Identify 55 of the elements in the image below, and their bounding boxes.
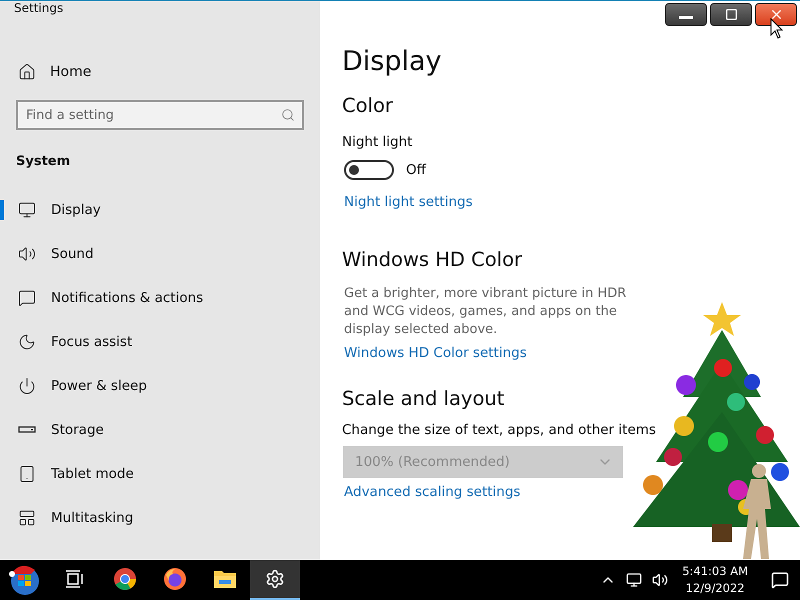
toggle-state-text: Off	[406, 162, 426, 178]
search-icon	[281, 108, 295, 122]
maximize-button[interactable]	[710, 3, 752, 26]
description-text: Get a brighter, more vibrant picture in HDR and WCG videos, games, and apps on the display selected above.	[344, 285, 628, 339]
sidebar-item-label: Tablet mode	[51, 466, 134, 482]
toggle-switch[interactable]	[344, 160, 394, 180]
clock-time: 5:41:03 AM	[682, 563, 748, 580]
tablet-icon	[18, 465, 36, 483]
sidebar-item[interactable]: Display	[16, 199, 304, 221]
settings-link[interactable]: Advanced scaling settings	[344, 484, 520, 500]
setting-label: Change the size of text, apps, and other items	[342, 422, 657, 438]
maximize-icon	[724, 8, 738, 21]
minimize-button[interactable]	[665, 3, 707, 26]
taskbar-app-button[interactable]	[250, 560, 300, 600]
section-heading: Scale and layout	[342, 387, 506, 410]
sidebar-item[interactable]: Notifications & actions	[16, 287, 304, 309]
sidebar-item-label: Notifications & actions	[51, 290, 204, 306]
sidebar-item-label: Sound	[51, 246, 94, 262]
home-icon	[18, 63, 36, 81]
home-label: Home	[50, 64, 92, 80]
sidebar-item[interactable]: Multitasking	[16, 507, 304, 529]
sidebar-item-label: Storage	[51, 422, 104, 438]
power-icon	[18, 377, 36, 395]
section-heading: Windows HD Color	[342, 248, 524, 271]
sidebar-item[interactable]: Sound	[16, 243, 304, 265]
sidebar-item[interactable]: Storage	[16, 419, 304, 441]
settings-link[interactable]: Windows HD Color settings	[344, 345, 527, 361]
firefox-browser-icon	[163, 567, 187, 591]
sidebar-item-label: Power & sleep	[51, 378, 147, 394]
search-field[interactable]: Find a setting	[16, 100, 304, 130]
sidebar-item-label: Focus assist	[51, 334, 132, 350]
minimize-icon	[679, 16, 693, 19]
moon-icon	[18, 333, 36, 351]
speech-bubble-icon	[18, 289, 36, 307]
sidebar-item[interactable]: Focus assist	[16, 331, 304, 353]
sidebar-item[interactable]: Power & sleep	[16, 375, 304, 397]
section-heading: System	[16, 154, 72, 169]
clock-date: 12/9/2022	[686, 580, 745, 597]
page-title: Display	[342, 46, 443, 77]
mouse-cursor-icon	[770, 18, 784, 40]
task-view-icon	[65, 570, 85, 588]
windows-icon	[18, 509, 36, 527]
folder-icon	[213, 568, 237, 590]
home-link[interactable]: Home	[16, 57, 304, 87]
sidebar-item-label: Display	[51, 202, 101, 218]
speaker-icon	[18, 245, 36, 263]
window-title: Settings	[14, 1, 64, 17]
setting-label: Night light	[342, 134, 414, 150]
settings-link[interactable]: Night light settings	[344, 194, 473, 210]
section-heading: Color	[342, 94, 394, 117]
sidebar-item[interactable]: Tablet mode	[16, 463, 304, 485]
gear-icon	[265, 569, 285, 589]
monitor-icon	[18, 201, 36, 219]
chrome-browser-icon	[113, 567, 137, 591]
sidebar-item-label: Multitasking	[51, 510, 134, 526]
